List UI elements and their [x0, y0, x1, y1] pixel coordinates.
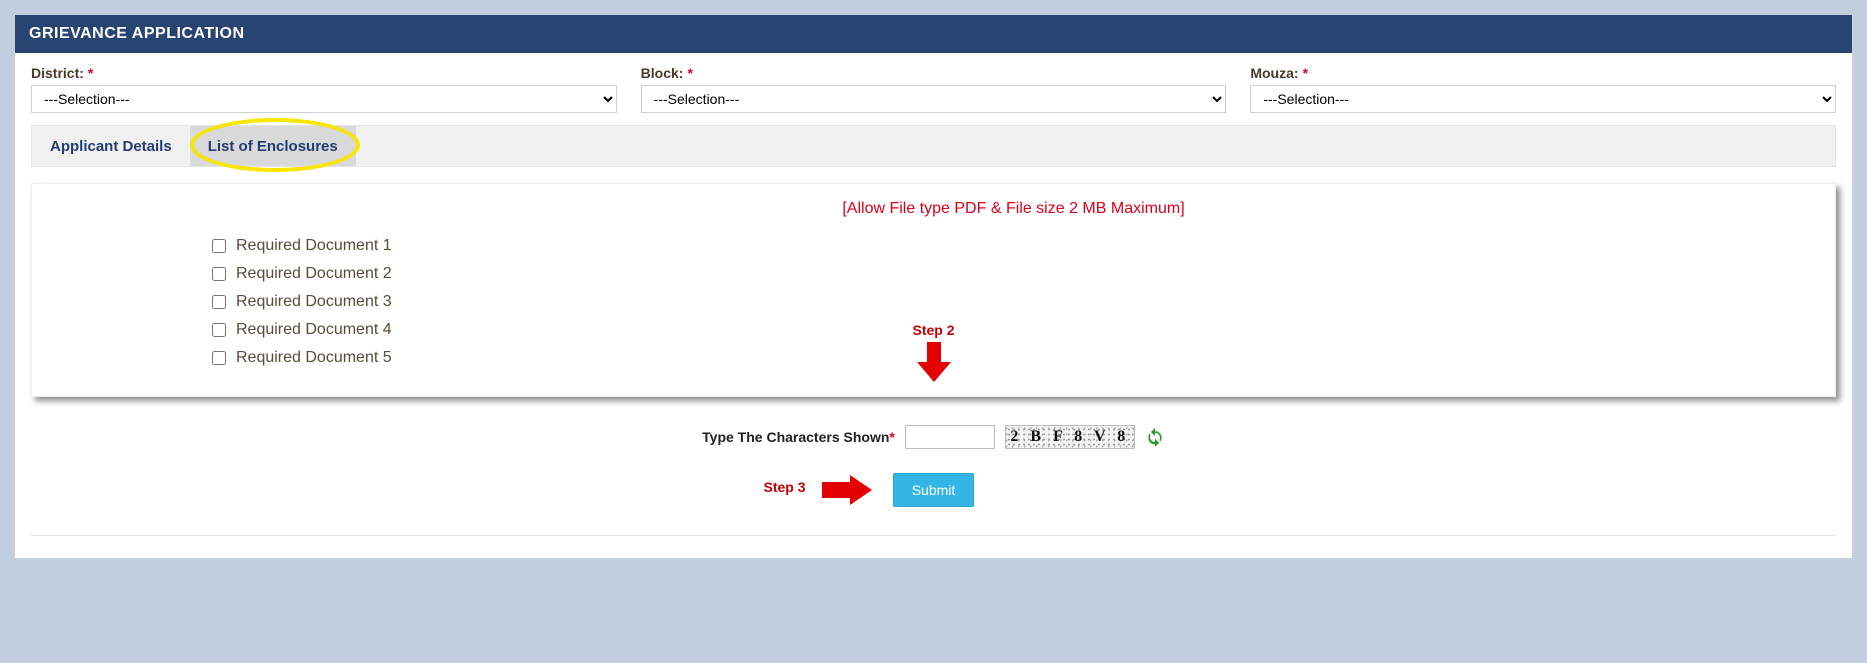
app-frame: GRIEVANCE APPLICATION District: * ---Sel… [14, 14, 1853, 559]
selector-row: District: * ---Selection--- Block: * ---… [31, 65, 1836, 113]
required-star: * [687, 65, 692, 81]
doc-3-label: Required Document 3 [236, 293, 392, 311]
mouza-select[interactable]: ---Selection--- [1250, 85, 1836, 113]
list-item: Required Document 1 [212, 232, 1815, 260]
doc-4-checkbox[interactable] [212, 323, 226, 337]
page-title: GRIEVANCE APPLICATION [15, 15, 1852, 53]
list-item: Required Document 2 [212, 260, 1815, 288]
refresh-icon[interactable] [1145, 427, 1165, 447]
block-label: Block: [641, 65, 684, 81]
tab-strip: Applicant Details List of Enclosures [31, 125, 1836, 167]
required-star: * [889, 429, 894, 445]
required-star: * [88, 65, 93, 81]
captcha-image: 2 B F 8 V 8 [1005, 425, 1135, 449]
arrow-down-icon [917, 342, 951, 382]
mouza-label: Mouza: [1250, 65, 1298, 81]
doc-2-label: Required Document 2 [236, 265, 392, 283]
tab-list-of-enclosures[interactable]: List of Enclosures [190, 126, 356, 166]
district-label: District: [31, 65, 84, 81]
captcha-row: Type The Characters Shown* 2 B F 8 V 8 [31, 425, 1836, 449]
submit-row: Step 3 Submit [31, 473, 1836, 507]
doc-4-label: Required Document 4 [236, 321, 392, 339]
captcha-input[interactable] [905, 425, 995, 449]
list-item: Required Document 4 [212, 316, 1815, 344]
doc-5-checkbox[interactable] [212, 351, 226, 365]
list-item: Required Document 5 [212, 344, 1815, 372]
submit-button[interactable]: Submit [893, 473, 975, 507]
doc-1-checkbox[interactable] [212, 239, 226, 253]
document-list: Required Document 1 Required Document 2 … [212, 232, 1815, 372]
required-star: * [1303, 65, 1308, 81]
doc-2-checkbox[interactable] [212, 267, 226, 281]
enclosures-panel: [Allow File type PDF & File size 2 MB Ma… [31, 183, 1836, 397]
step-2-label: Step 2 [912, 322, 954, 338]
captcha-label: Type The Characters Shown [702, 429, 889, 445]
arrow-right-icon [822, 475, 876, 505]
block-select[interactable]: ---Selection--- [641, 85, 1227, 113]
doc-1-label: Required Document 1 [236, 237, 392, 255]
doc-5-label: Required Document 5 [236, 349, 392, 367]
list-item: Required Document 3 [212, 288, 1815, 316]
step-3-label: Step 3 [764, 479, 806, 495]
district-select[interactable]: ---Selection--- [31, 85, 617, 113]
file-type-note: [Allow File type PDF & File size 2 MB Ma… [212, 200, 1815, 218]
tab-applicant-details[interactable]: Applicant Details [32, 126, 190, 166]
doc-3-checkbox[interactable] [212, 295, 226, 309]
divider [31, 535, 1836, 536]
